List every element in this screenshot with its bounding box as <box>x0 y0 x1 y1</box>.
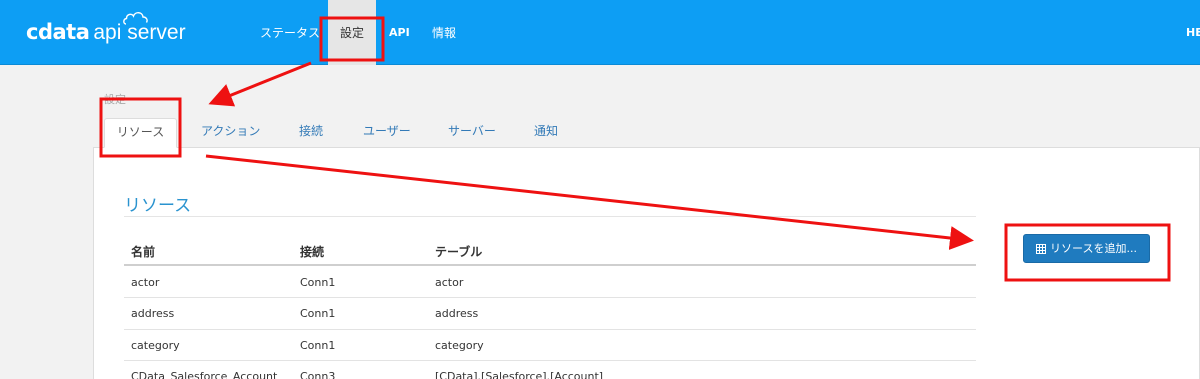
table-cell-name[interactable]: CData_Salesforce_Account <box>131 370 277 379</box>
table-cell-table: [CData].[Salesforce].[Account] <box>435 370 604 379</box>
table-cell-name[interactable]: address <box>131 307 174 320</box>
panel-title: リソース <box>124 196 192 216</box>
title-divider <box>124 216 976 217</box>
row-divider <box>124 360 976 361</box>
table-cell-name[interactable]: actor <box>131 276 159 289</box>
arrow-to-resources-tab <box>208 61 312 107</box>
nav-info[interactable]: 情報 <box>432 0 456 65</box>
add-resource-button[interactable]: リソースを追加... <box>1023 234 1150 263</box>
column-header-table[interactable]: テーブル <box>435 243 482 260</box>
table-cell-table: category <box>435 339 484 352</box>
tab-connections[interactable]: 接続 <box>299 118 323 148</box>
row-divider <box>124 329 976 330</box>
top-navbar: cdata api server ステータス 設定 API 情報 HE <box>0 0 1200 65</box>
tab-users[interactable]: ユーザー <box>363 118 411 148</box>
column-header-name[interactable]: 名前 <box>131 243 155 260</box>
tab-notifications[interactable]: 通知 <box>534 118 558 148</box>
table-grid-icon <box>1036 243 1047 254</box>
nav-status[interactable]: ステータス <box>260 0 320 65</box>
tab-server[interactable]: サーバー <box>448 118 496 148</box>
row-divider <box>124 297 976 298</box>
tab-resources[interactable]: リソース <box>104 118 177 148</box>
table-cell-connection: Conn3 <box>300 370 336 379</box>
add-resource-label: リソースを追加... <box>1050 242 1137 255</box>
app-logo[interactable]: cdata api server <box>26 12 186 45</box>
table-cell-table: address <box>435 307 479 320</box>
table-cell-table: actor <box>435 276 464 289</box>
nav-api[interactable]: API <box>389 0 410 65</box>
nav-user-menu[interactable]: HE <box>1186 0 1200 65</box>
cloud-icon <box>123 12 148 25</box>
page-heading: 設定 <box>104 93 126 106</box>
table-cell-connection: Conn1 <box>300 307 336 320</box>
resources-panel <box>93 147 1200 379</box>
table-cell-name[interactable]: category <box>131 339 180 352</box>
table-header-divider <box>124 264 976 266</box>
logo-brand: cdata <box>26 20 90 44</box>
table-cell-connection: Conn1 <box>300 276 336 289</box>
column-header-connection[interactable]: 接続 <box>300 243 324 260</box>
table-cell-connection: Conn1 <box>300 339 336 352</box>
nav-settings[interactable]: 設定 <box>328 0 376 65</box>
tab-actions[interactable]: アクション <box>201 118 260 148</box>
